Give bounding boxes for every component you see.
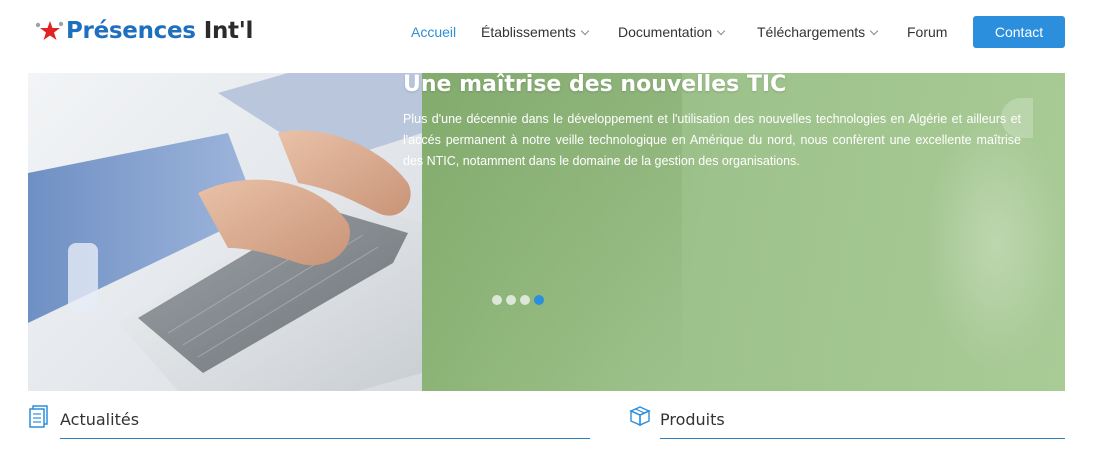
hero-title: Une maîtrise des nouvelles TIC <box>403 72 787 97</box>
brand-name-part2: Int'l <box>203 18 254 44</box>
hero-laptop-image <box>28 73 422 391</box>
nav-item-forum[interactable]: Forum <box>907 16 947 48</box>
nav-item-telechargements[interactable]: Téléchargements <box>757 16 879 48</box>
slider-next-arrow[interactable] <box>1001 98 1033 138</box>
nav-item-documentation[interactable]: Documentation <box>618 16 726 48</box>
section-divider <box>660 438 1065 439</box>
hero-description: Plus d'une décennie dans le développemen… <box>403 112 1021 168</box>
news-icon <box>28 404 50 428</box>
section-actualites: Actualités <box>28 400 590 442</box>
logo-star-icon <box>34 19 66 43</box>
brand-name-part1: Présences <box>66 18 196 44</box>
nav-item-etablissements[interactable]: Établissements <box>481 16 590 48</box>
chevron-down-icon <box>716 26 726 35</box>
slider-dot-1[interactable] <box>492 295 502 305</box>
nav-item-accueil[interactable]: Accueil <box>411 16 456 48</box>
slider-pagination <box>492 295 544 305</box>
brand-logo[interactable]: Présences Int'l <box>34 14 253 48</box>
site-header: Présences Int'l Accueil Établissements D… <box>0 0 1103 70</box>
section-produits: Produits <box>628 400 1065 442</box>
package-icon <box>628 404 651 427</box>
slider-dot-4[interactable] <box>534 295 544 305</box>
slider-dot-3[interactable] <box>520 295 530 305</box>
contact-button[interactable]: Contact <box>973 16 1065 48</box>
chevron-down-icon <box>580 26 590 35</box>
section-divider <box>60 438 590 439</box>
slider-dot-2[interactable] <box>506 295 516 305</box>
chevron-down-icon <box>869 26 879 35</box>
section-title-actualites: Actualités <box>60 410 140 429</box>
section-title-produits: Produits <box>660 410 725 429</box>
